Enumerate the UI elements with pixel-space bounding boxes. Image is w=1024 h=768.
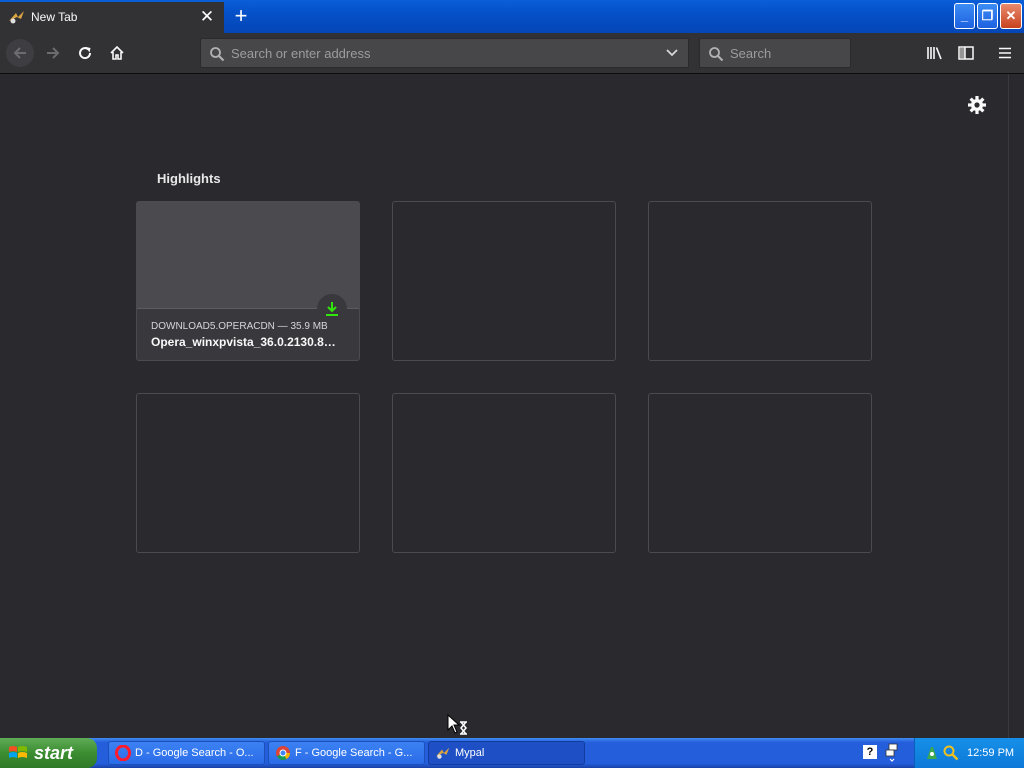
settings-gear-icon[interactable] <box>966 94 988 116</box>
library-icon <box>927 47 942 60</box>
close-window-button[interactable]: ✕ <box>1000 3 1022 29</box>
sidebar-toggle-button[interactable] <box>952 39 980 67</box>
taskbar-button-label: Mypal <box>455 747 485 759</box>
help-icon[interactable]: ? <box>863 745 877 759</box>
home-button[interactable] <box>103 39 131 67</box>
taskbar-button-opera[interactable]: D - Google Search - O... <box>108 741 265 765</box>
search-icon <box>709 47 724 62</box>
empty-card-placeholder <box>648 393 872 553</box>
vertical-scrollbar[interactable] <box>1008 74 1024 738</box>
busy-cursor-icon <box>447 714 467 735</box>
card-thumbnail <box>137 202 359 309</box>
library-button[interactable] <box>921 39 949 67</box>
taskbar: start D - Google Search - O... F - Googl… <box>0 738 1024 768</box>
opera-icon <box>115 745 131 761</box>
empty-card-placeholder <box>136 393 360 553</box>
maximize-button[interactable]: ❐ <box>977 3 998 29</box>
card-source: DOWNLOAD5.OPERACDN — 35.9 MB <box>151 321 328 332</box>
search-icon <box>210 47 225 62</box>
taskbar-button-chrome[interactable]: F - Google Search - G... <box>268 741 425 765</box>
start-button[interactable]: start <box>0 738 97 768</box>
chrome-icon <box>276 746 290 760</box>
back-arrow-icon <box>13 47 26 59</box>
card-title: Opera_winxpvista_36.0.2130.8… <box>151 335 336 349</box>
taskbar-button-label: D - Google Search - O... <box>135 747 254 759</box>
home-icon <box>110 45 124 60</box>
taskbar-button-label: F - Google Search - G... <box>295 747 413 759</box>
windows-logo-icon <box>9 746 27 758</box>
hamburger-menu-icon <box>999 47 1011 59</box>
open-menu-button[interactable] <box>991 39 1019 67</box>
section-title-highlights: Highlights <box>157 171 221 186</box>
reload-button[interactable] <box>71 39 99 67</box>
empty-card-placeholder <box>392 393 616 553</box>
search-input[interactable] <box>730 39 845 67</box>
highlight-card[interactable]: DOWNLOAD5.OPERACDN — 35.9 MB Opera_winxp… <box>136 201 360 361</box>
back-button[interactable] <box>6 39 34 67</box>
tab-new-tab[interactable]: New Tab ✕ <box>0 2 224 33</box>
chevron-down-icon[interactable] <box>665 47 679 59</box>
download-icon <box>326 302 338 316</box>
network-icon[interactable] <box>884 743 900 763</box>
newtab-page: Highlights DOWNLOAD5.OPERACDN — 35.9 MB … <box>0 74 1008 738</box>
minimize-button[interactable]: _ <box>954 3 975 29</box>
search-bar[interactable] <box>699 38 851 68</box>
new-tab-button[interactable]: + <box>228 4 254 30</box>
empty-card-placeholder <box>392 201 616 361</box>
navigation-toolbar <box>0 33 1024 74</box>
tab-close-icon[interactable]: ✕ <box>198 8 216 26</box>
forward-button[interactable] <box>39 39 67 67</box>
tab-title: New Tab <box>31 10 78 24</box>
system-tray: 12:59 PM <box>914 738 1024 768</box>
mypal-icon <box>435 747 450 759</box>
download-badge <box>317 294 347 324</box>
empty-card-placeholder <box>648 201 872 361</box>
address-bar[interactable] <box>200 38 689 68</box>
address-input[interactable] <box>231 39 651 67</box>
tray-app-icon[interactable] <box>925 745 939 761</box>
tray-search-icon[interactable] <box>943 745 959 761</box>
taskbar-button-mypal[interactable]: Mypal <box>428 741 585 765</box>
forward-arrow-icon <box>47 47 60 59</box>
sidebar-icon <box>958 46 974 60</box>
start-label: start <box>34 742 74 763</box>
title-bar: New Tab ✕ + _ ❐ ✕ <box>0 0 1024 33</box>
clock: 12:59 PM <box>967 747 1015 759</box>
mypal-favicon-icon <box>9 11 24 24</box>
reload-icon <box>79 47 92 60</box>
